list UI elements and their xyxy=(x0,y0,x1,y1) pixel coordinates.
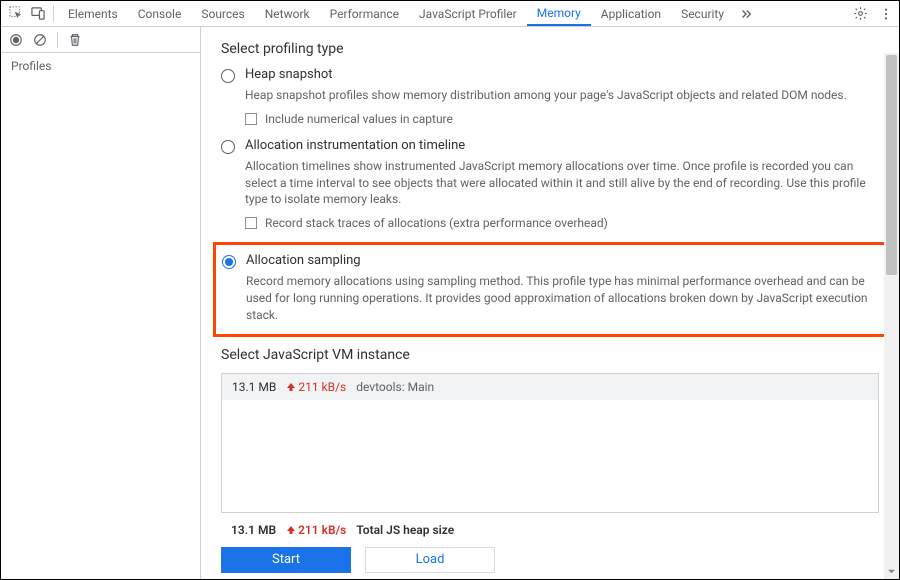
allocation-sampling-highlight: Allocation sampling Record memory alloca… xyxy=(213,242,887,336)
heap-snapshot-desc: Heap snapshot profiles show memory distr… xyxy=(245,87,879,104)
tab-network[interactable]: Network xyxy=(255,1,320,26)
start-button[interactable]: Start xyxy=(221,547,351,573)
allocation-timeline-label[interactable]: Allocation instrumentation on timeline xyxy=(245,138,465,153)
tab-elements[interactable]: Elements xyxy=(58,1,128,26)
panel-body: Profiles Select profiling type Heap snap… xyxy=(1,27,899,579)
heap-summary: 13.1 MB 211 kB/s Total JS heap size xyxy=(221,523,879,537)
vm-name: devtools: Main xyxy=(356,380,434,394)
tab-performance[interactable]: Performance xyxy=(320,1,409,26)
tab-js-profiler[interactable]: JavaScript Profiler xyxy=(409,1,527,26)
tabs-overflow-icon[interactable] xyxy=(734,1,758,26)
vm-rate: 211 kB/s xyxy=(286,380,346,394)
devtools-tabstrip: Elements Console Sources Network Perform… xyxy=(1,1,899,27)
vm-mem: 13.1 MB xyxy=(232,380,276,394)
load-button[interactable]: Load xyxy=(365,547,495,573)
scrollbar-thumb[interactable] xyxy=(886,55,897,275)
profiling-type-heading: Select profiling type xyxy=(221,41,879,57)
profiles-sidebar: Profiles xyxy=(1,27,201,579)
vm-instance-row[interactable]: 13.1 MB 211 kB/s devtools: Main xyxy=(222,374,878,400)
profiles-toolbar xyxy=(1,27,200,53)
include-numerical-checkbox[interactable] xyxy=(245,113,257,125)
record-stack-traces-label[interactable]: Record stack traces of allocations (extr… xyxy=(265,216,608,230)
divider xyxy=(53,5,54,22)
scrollbar[interactable] xyxy=(884,53,899,579)
kebab-menu-icon[interactable] xyxy=(873,1,899,26)
summary-mem: 13.1 MB xyxy=(231,523,276,537)
arrow-up-icon xyxy=(286,382,296,392)
vm-instance-heading: Select JavaScript VM instance xyxy=(221,347,879,363)
include-numerical-label[interactable]: Include numerical values in capture xyxy=(265,112,453,126)
settings-icon[interactable] xyxy=(847,1,873,26)
device-toggle-icon[interactable] xyxy=(27,1,49,26)
inspect-icon[interactable] xyxy=(5,1,27,26)
radio-allocation-sampling[interactable] xyxy=(222,255,236,269)
allocation-timeline-desc: Allocation timelines show instrumented J… xyxy=(245,158,879,208)
allocation-sampling-desc: Record memory allocations using sampling… xyxy=(246,273,878,323)
scroll-down-icon[interactable] xyxy=(884,564,899,579)
clear-icon[interactable] xyxy=(33,33,47,47)
summary-rate: 211 kB/s xyxy=(286,523,346,537)
record-icon[interactable] xyxy=(9,33,23,47)
tab-sources[interactable]: Sources xyxy=(191,1,254,26)
tab-application[interactable]: Application xyxy=(591,1,671,26)
summary-label: Total JS heap size xyxy=(356,523,454,537)
allocation-sampling-label[interactable]: Allocation sampling xyxy=(246,253,361,268)
arrow-up-icon xyxy=(286,525,296,535)
tab-console[interactable]: Console xyxy=(128,1,192,26)
delete-icon[interactable] xyxy=(68,33,82,47)
tab-memory[interactable]: Memory xyxy=(527,1,591,26)
radio-allocation-timeline[interactable] xyxy=(221,140,235,154)
profiles-heading: Profiles xyxy=(1,53,200,79)
tab-security[interactable]: Security xyxy=(671,1,734,26)
radio-heap-snapshot[interactable] xyxy=(221,69,235,83)
record-stack-traces-checkbox[interactable] xyxy=(245,217,257,229)
memory-panel: Select profiling type Heap snapshot Heap… xyxy=(201,27,899,579)
heap-snapshot-label[interactable]: Heap snapshot xyxy=(245,67,333,82)
divider xyxy=(57,32,58,48)
vm-instance-list: 13.1 MB 211 kB/s devtools: Main xyxy=(221,373,879,513)
